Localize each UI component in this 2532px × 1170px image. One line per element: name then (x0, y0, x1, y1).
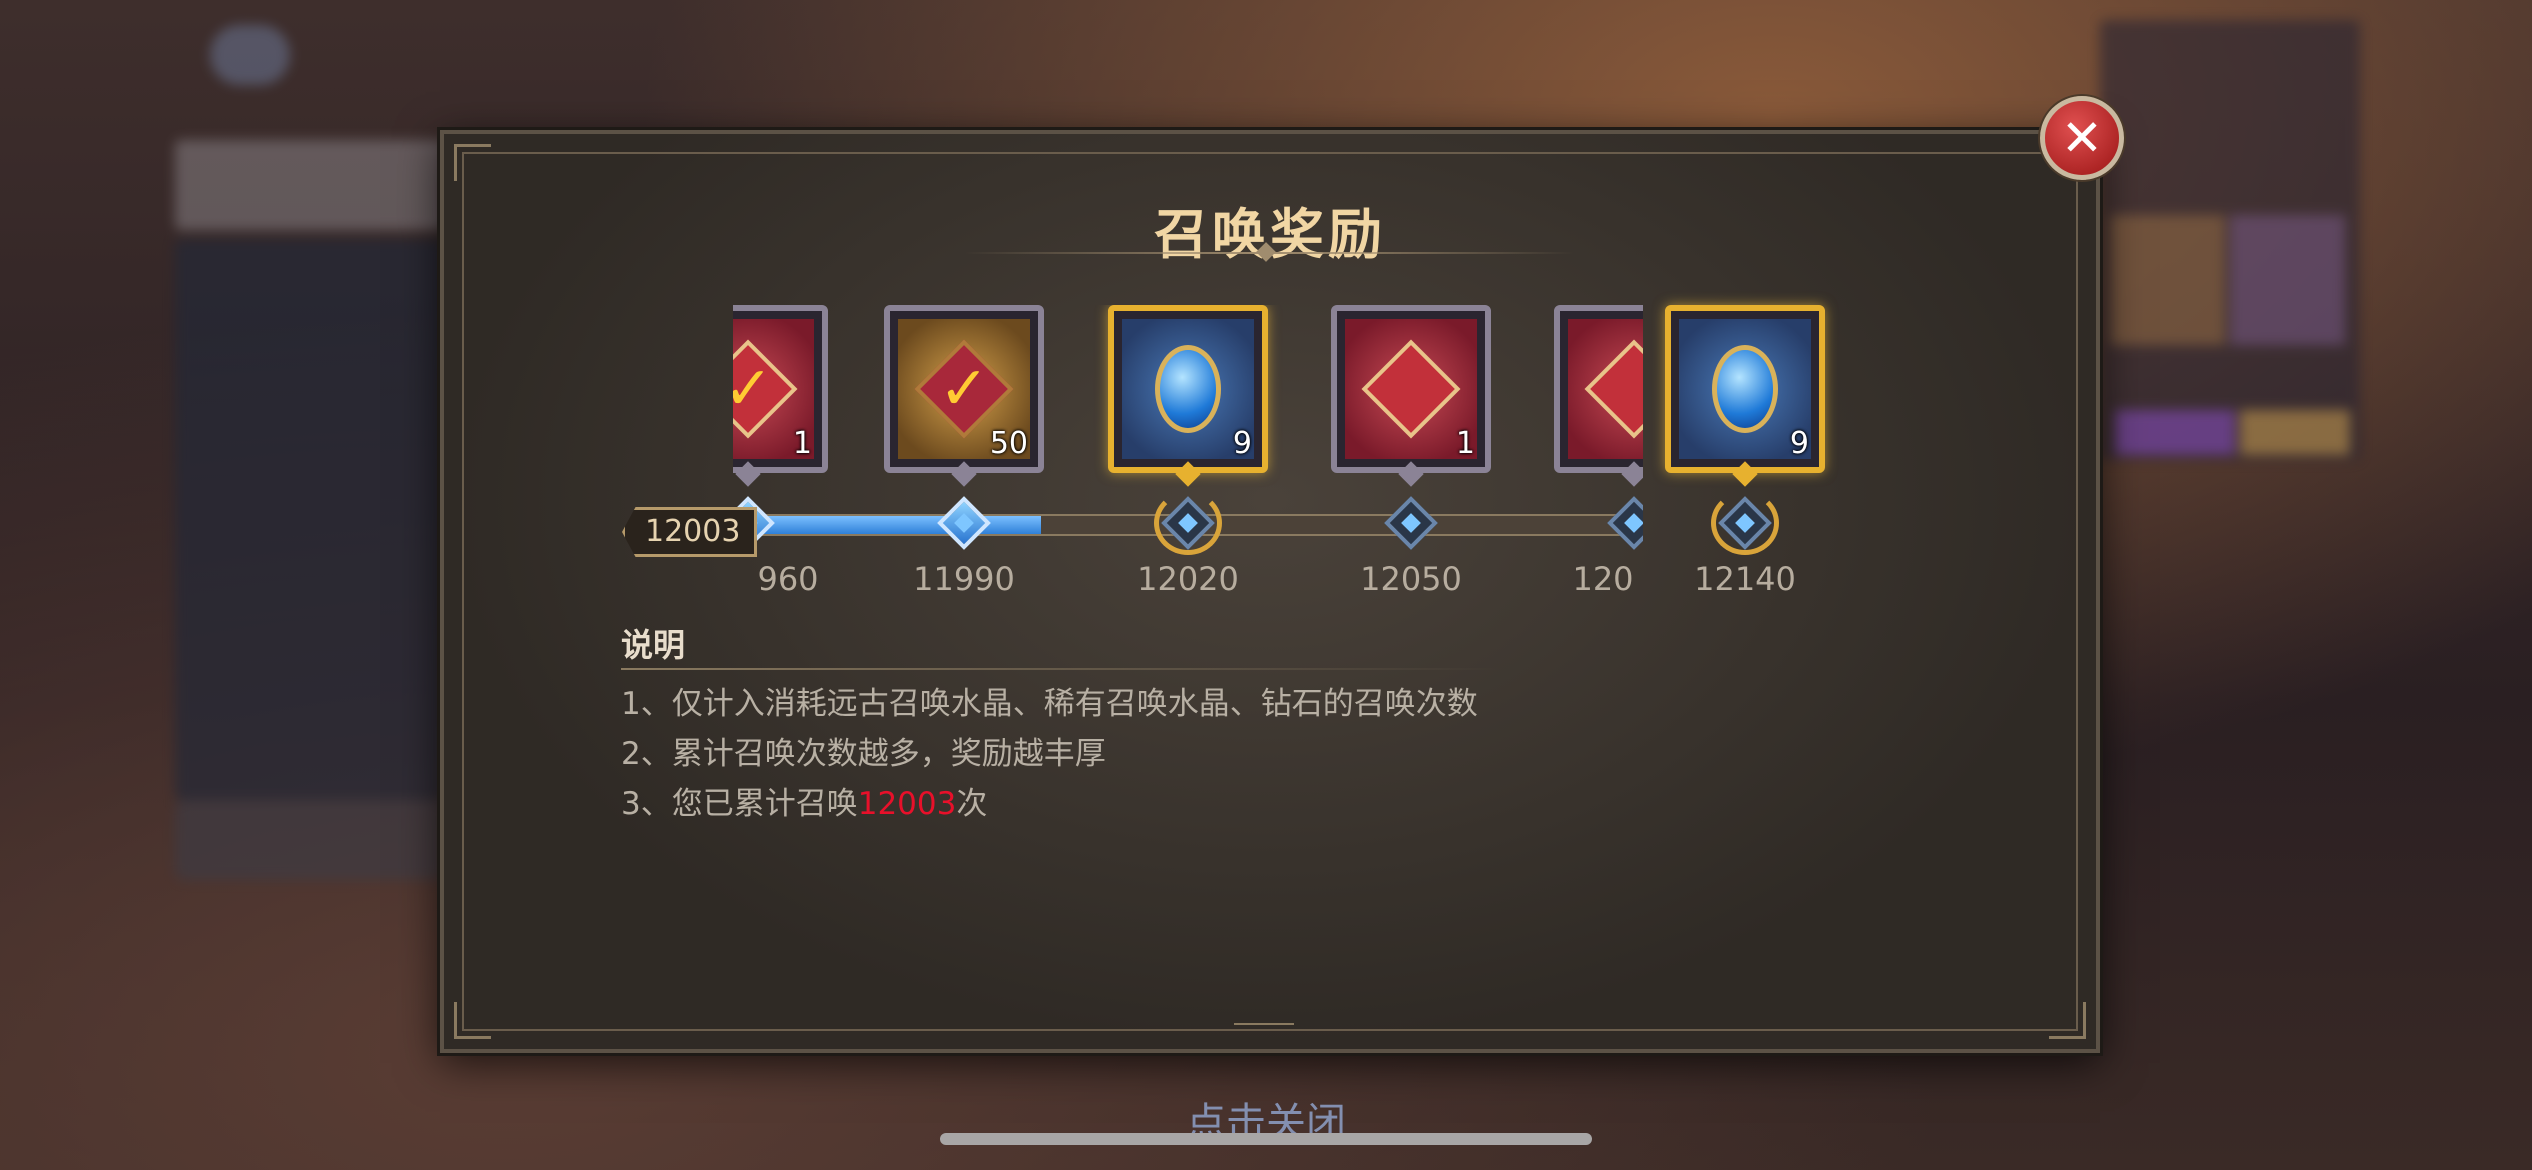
reward-item-0[interactable]: ✓ 1 (733, 305, 828, 487)
milestone-label: 960 (757, 560, 819, 598)
close-icon: ✕ (2061, 109, 2103, 167)
bottom-ornament (1234, 1023, 1294, 1039)
reward-track[interactable]: ✓ 1 ✓ 50 9 1 960 11990 12020 12050 120 (733, 305, 1643, 610)
description-line-3: 3、您已累计召唤12003次 (621, 778, 987, 823)
reward-qty: 9 (1232, 426, 1252, 461)
description-title: 说明 (621, 626, 686, 664)
claimed-check-icon: ✓ (938, 354, 990, 424)
progress-fill (733, 516, 1041, 534)
home-indicator[interactable] (940, 1133, 1592, 1145)
blue-gem-icon (1712, 345, 1778, 433)
line3-prefix: 3、您已累计召唤 (621, 786, 858, 822)
milestone-label: 12140 (1694, 560, 1796, 598)
reward-qty: 1 (1455, 426, 1475, 461)
blue-gem-icon (1155, 345, 1221, 433)
corner-ornament (454, 1002, 491, 1039)
reward-qty: 9 (1789, 426, 1809, 461)
reward-item-3[interactable]: 1 (1331, 305, 1491, 487)
line3-suffix: 次 (956, 786, 988, 822)
milestone-node (1607, 496, 1643, 550)
milestone-node (1384, 496, 1438, 550)
bg-purple-button (2115, 410, 2235, 455)
bg-hero-card (2230, 215, 2345, 345)
milestone-label: 12020 (1137, 560, 1239, 598)
milestone-label: 120 (1572, 560, 1634, 598)
description-line-2: 2、累计召唤次数越多，奖励越丰厚 (621, 736, 1106, 772)
summon-count-highlight: 12003 (857, 786, 957, 822)
bg-left-panel (175, 240, 445, 800)
current-count-badge: 12003 (622, 507, 758, 557)
reward-qty: 50 (989, 426, 1028, 461)
reward-item-1[interactable]: ✓ 50 (884, 305, 1044, 487)
reward-item-2[interactable]: 9 (1108, 305, 1268, 487)
close-button[interactable]: ✕ (2040, 96, 2124, 180)
bg-gold-button (2240, 410, 2350, 455)
summon-cube-icon (1361, 339, 1461, 439)
milestone-label: 12050 (1360, 560, 1462, 598)
reward-qty: 1 (792, 426, 812, 461)
bg-bottom-button (175, 800, 445, 880)
summon-cube-icon (1584, 339, 1643, 439)
milestone-node-reached (937, 496, 991, 550)
bg-tab (175, 140, 445, 230)
back-arrow-icon (210, 25, 290, 85)
corner-ornament (454, 144, 491, 181)
description-line-1: 1、仅计入消耗远古召唤水晶、稀有召唤水晶、钻石的召唤次数 (621, 686, 1478, 722)
bg-hero-card (2110, 215, 2225, 345)
reward-item-4[interactable] (1554, 305, 1643, 487)
reward-item-final[interactable]: 9 (1665, 305, 1825, 487)
corner-ornament (2049, 1002, 2086, 1039)
claimed-check-icon: ✓ (733, 354, 774, 424)
description-divider (621, 668, 1501, 670)
milestone-label: 11990 (913, 560, 1015, 598)
